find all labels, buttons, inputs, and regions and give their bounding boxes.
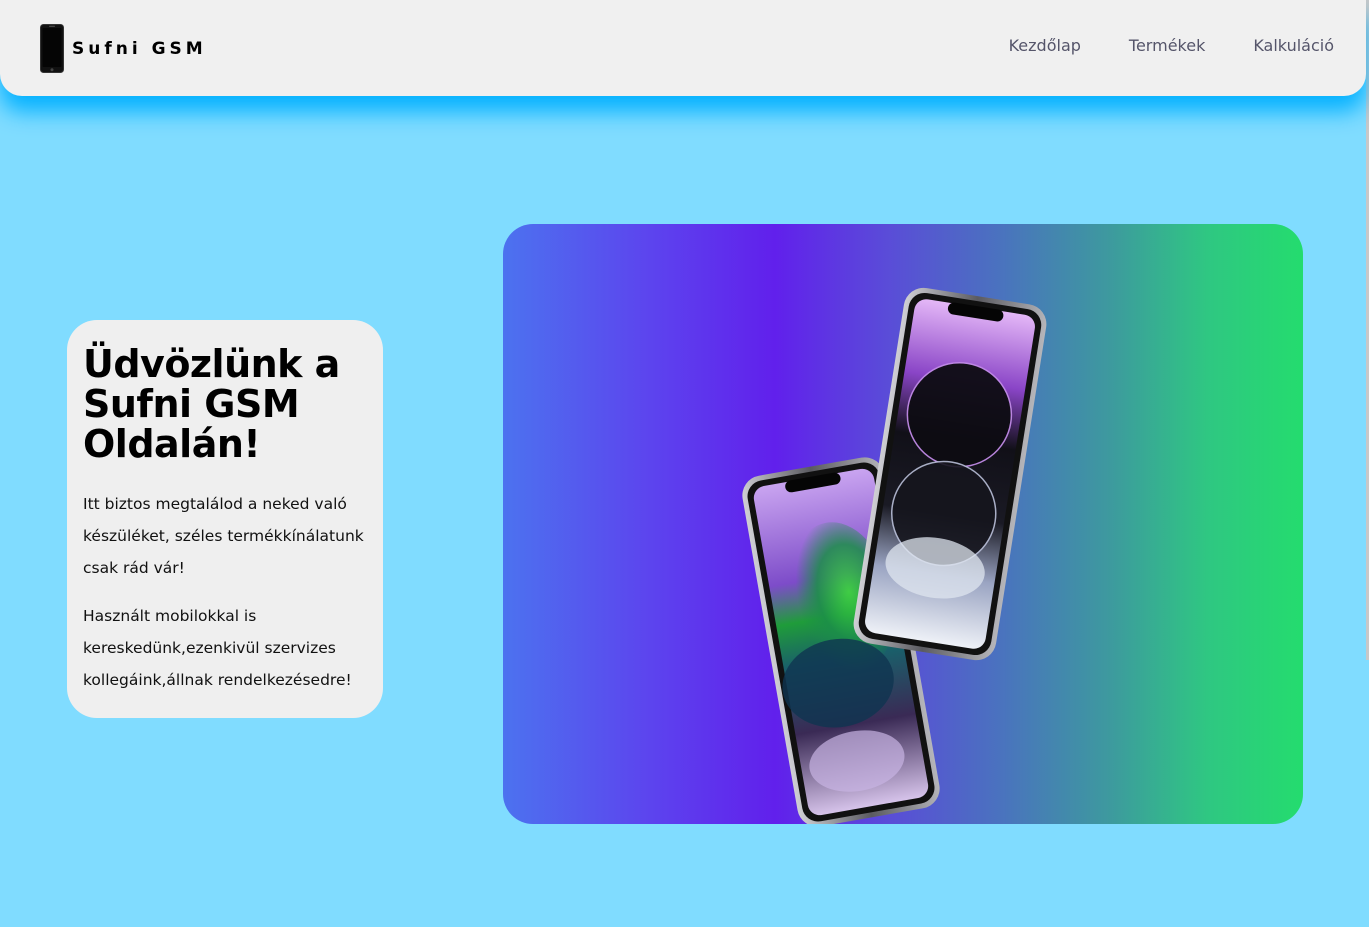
page: Sufni GSM Kezdőlap Termékek Kalkuláció Ü… — [0, 0, 1369, 927]
welcome-paragraph-1: Itt biztos megtalálod a neked való készü… — [83, 495, 364, 577]
nav-link-calculation[interactable]: Kalkuláció — [1253, 36, 1334, 55]
nav-link-products[interactable]: Termékek — [1129, 36, 1205, 55]
main-nav: Kezdőlap Termékek Kalkuláció — [961, 36, 1334, 55]
welcome-card: Üdvözlünk a Sufni GSM Oldalán! Itt bizto… — [67, 320, 383, 718]
brand-logo-link[interactable]: Sufni GSM — [40, 24, 207, 73]
brand-name: Sufni GSM — [72, 38, 207, 59]
nav-link-home[interactable]: Kezdőlap — [1009, 36, 1081, 55]
welcome-paragraph-2: Használt mobilokkal is kereskedünk,ezenk… — [83, 607, 352, 689]
hero-image — [503, 224, 1303, 824]
site-header: Sufni GSM Kezdőlap Termékek Kalkuláció — [0, 0, 1366, 96]
two-smartphones-image — [742, 287, 1047, 824]
welcome-title: Üdvözlünk a Sufni GSM Oldalán! — [83, 342, 340, 466]
phone-icon — [40, 24, 64, 73]
